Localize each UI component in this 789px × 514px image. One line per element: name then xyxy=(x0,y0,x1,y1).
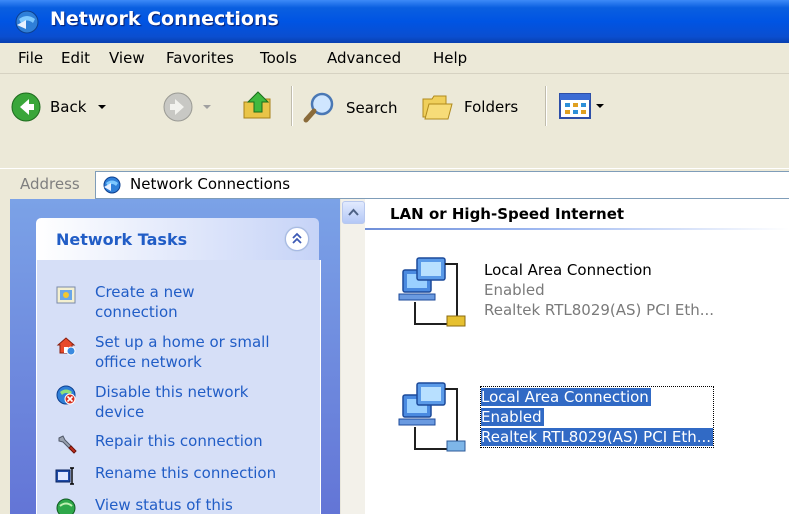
up-folder-button[interactable] xyxy=(240,88,276,124)
forward-button[interactable] xyxy=(162,91,214,123)
views-button[interactable] xyxy=(558,91,606,121)
lan-connection-icon xyxy=(398,382,466,452)
task-label: device xyxy=(95,403,145,421)
connection-name: Local Area Connection xyxy=(484,261,652,279)
collapse-button[interactable] xyxy=(285,227,309,251)
task-label: office network xyxy=(95,353,202,371)
task-create-connection[interactable]: Create a new connection xyxy=(55,282,195,322)
folders-label: Folders xyxy=(464,98,519,116)
search-button[interactable]: Search xyxy=(302,90,398,126)
new-connection-icon xyxy=(56,286,76,304)
connection-status: Enabled xyxy=(481,408,544,426)
window-frame-left xyxy=(0,199,10,514)
task-label: Rename this connection xyxy=(95,464,277,482)
forward-arrow-icon xyxy=(163,92,193,122)
menu-file[interactable]: File xyxy=(18,49,43,67)
task-label: View status of this xyxy=(95,496,233,514)
task-rename-connection[interactable]: Rename this connection xyxy=(55,463,276,487)
back-label: Back xyxy=(50,98,87,116)
chevron-down-icon[interactable] xyxy=(94,99,110,115)
menu-help[interactable]: Help xyxy=(433,49,467,67)
task-repair-connection[interactable]: Repair this connection xyxy=(55,431,263,455)
connection-name: Local Area Connection xyxy=(481,388,651,406)
repair-icon xyxy=(58,435,77,454)
task-label: Disable this network xyxy=(95,383,249,401)
network-tasks-list: Create a new connection Set up a home or… xyxy=(36,260,321,514)
address-label: Address xyxy=(20,175,80,193)
group-divider xyxy=(365,228,789,230)
chevron-up-icon xyxy=(348,208,359,216)
search-label: Search xyxy=(346,99,398,117)
disable-device-icon xyxy=(56,385,76,405)
chevron-down-icon[interactable] xyxy=(594,98,606,114)
menu-bar: File Edit View Favorites Tools Advanced … xyxy=(0,43,789,74)
views-icon xyxy=(559,93,591,119)
connection-status: Enabled xyxy=(484,281,545,299)
task-label: connection xyxy=(95,303,178,321)
address-field[interactable]: Network Connections xyxy=(95,171,789,199)
search-icon xyxy=(303,92,334,123)
network-connections-icon xyxy=(15,10,39,34)
status-icon xyxy=(56,498,76,514)
toolbar: Back Search Folders xyxy=(0,74,789,169)
menu-tools[interactable]: Tools xyxy=(260,49,297,67)
toolbar-separator xyxy=(545,86,547,126)
task-pane-scrollbar[interactable] xyxy=(340,199,365,514)
rename-icon xyxy=(55,467,74,485)
network-connections-icon xyxy=(103,176,121,194)
menu-view[interactable]: View xyxy=(109,49,145,67)
connection-item-selected[interactable]: Local Area Connection Enabled Realtek RT… xyxy=(395,379,785,469)
folders-button[interactable]: Folders xyxy=(420,91,518,123)
address-value: Network Connections xyxy=(130,175,291,193)
double-chevron-up-icon xyxy=(292,232,302,244)
menu-edit[interactable]: Edit xyxy=(61,49,90,67)
network-tasks-header[interactable]: Network Tasks xyxy=(36,218,319,260)
task-disable-device[interactable]: Disable this network device xyxy=(55,382,248,422)
scroll-up-button[interactable] xyxy=(342,201,365,224)
network-tasks-title: Network Tasks xyxy=(56,230,188,249)
task-label: Repair this connection xyxy=(95,432,263,450)
task-label: Create a new xyxy=(95,283,195,301)
menu-advanced[interactable]: Advanced xyxy=(327,49,401,67)
connection-device: Realtek RTL8029(AS) PCI Eth... xyxy=(484,301,715,319)
up-folder-icon xyxy=(243,91,271,119)
task-label: Set up a home or small xyxy=(95,333,270,351)
task-home-network[interactable]: Set up a home or small office network xyxy=(55,332,270,372)
title-bar[interactable]: Network Connections xyxy=(0,0,789,43)
window-title: Network Connections xyxy=(50,8,279,30)
group-header: LAN or High-Speed Internet xyxy=(390,205,625,223)
connection-item[interactable]: Local Area Connection Enabled Realtek RT… xyxy=(395,254,785,344)
toolbar-separator xyxy=(291,86,293,126)
menu-favorites[interactable]: Favorites xyxy=(166,49,234,67)
lan-connection-icon xyxy=(398,257,466,327)
task-view-status[interactable]: View status of this xyxy=(55,495,233,514)
connection-device: Realtek RTL8029(AS) PCI Eth... xyxy=(481,428,714,446)
address-bar: Address Network Connections xyxy=(0,168,789,199)
back-button[interactable]: Back xyxy=(10,91,110,123)
folders-icon xyxy=(422,95,453,120)
connections-view: LAN or High-Speed Internet Local Area Co… xyxy=(365,199,789,514)
home-network-icon xyxy=(56,337,76,356)
back-arrow-icon xyxy=(11,92,41,122)
network-connections-window: Network Connections File Edit View Favor… xyxy=(0,0,789,514)
chevron-down-icon[interactable] xyxy=(200,99,214,115)
